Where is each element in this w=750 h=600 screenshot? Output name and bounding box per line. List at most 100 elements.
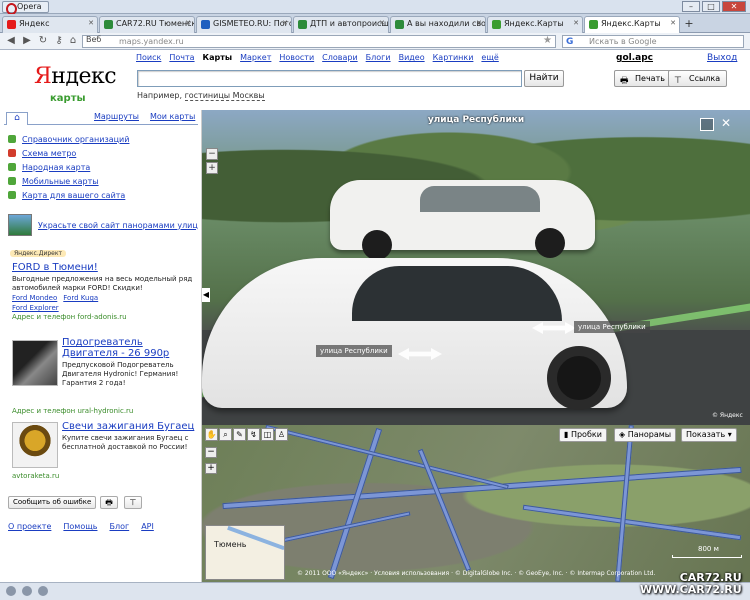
sidebar-item-people-map[interactable]: Народная карта <box>8 160 129 174</box>
tab-close-icon[interactable]: ✕ <box>282 19 288 27</box>
print-icon[interactable]: 🖶 <box>100 496 118 509</box>
footer-api[interactable]: API <box>141 522 154 531</box>
tab-yandex[interactable]: Яндекс ✕ <box>2 16 98 33</box>
wand-icon[interactable]: ⚷ <box>52 35 66 48</box>
sidebar-item-directory[interactable]: Справочник организаций <box>8 132 129 146</box>
tab-yandex-maps-active[interactable]: Яндекс.Карты ✕ <box>584 16 680 33</box>
nav-maps[interactable]: Карты <box>203 53 233 62</box>
forward-icon[interactable]: ▶ <box>20 35 34 48</box>
gismeteo-favicon-icon <box>201 20 210 29</box>
footer-blog[interactable]: Блог <box>109 522 129 531</box>
layers-icon[interactable]: ◫ <box>261 428 274 441</box>
ad-heater-image[interactable] <box>12 340 58 386</box>
tab-close-icon[interactable]: ✕ <box>185 19 191 27</box>
panorama-man-icon[interactable]: ♙ <box>275 428 288 441</box>
minimize-icon[interactable]: – <box>682 1 700 12</box>
sidebar-item-metro[interactable]: Схема метро <box>8 146 129 160</box>
tab-close-icon[interactable]: ✕ <box>379 19 385 27</box>
nav-more[interactable]: ещё <box>481 53 498 62</box>
ad-title[interactable]: FORD в Тюмени! <box>12 262 194 273</box>
ad-link[interactable]: Ford Mondeo <box>12 294 57 302</box>
panels-icon[interactable] <box>6 586 16 596</box>
ad-sparkplug-image[interactable] <box>12 422 58 468</box>
print-button[interactable]: 🖶 Печать <box>614 70 672 87</box>
tab-close-icon[interactable]: ✕ <box>670 19 676 27</box>
yandex-logo[interactable]: Яндекс <box>34 64 117 89</box>
nav-search[interactable]: Поиск <box>136 53 161 62</box>
magnifier-icon[interactable]: ⌕ <box>219 428 232 441</box>
report-error-button[interactable]: Сообщить об ошибке <box>8 496 97 509</box>
back-icon[interactable]: ◀ <box>4 35 18 48</box>
hand-tool-icon[interactable]: ✋ <box>205 428 218 441</box>
map-zoom-out-icon[interactable]: − <box>205 447 217 458</box>
sidebar-item-mobile[interactable]: Мобильные карты <box>8 174 129 188</box>
logout-link[interactable]: Выход <box>707 53 737 63</box>
close-window-icon[interactable]: ✕ <box>722 1 746 12</box>
nav-market[interactable]: Маркет <box>240 53 271 62</box>
link-button[interactable]: ⊤ Ссылка <box>668 70 728 87</box>
reload-icon[interactable]: ↻ <box>36 35 50 48</box>
window-titlebar: Opera – □ ✕ <box>0 0 750 15</box>
home-icon[interactable]: ⌂ <box>66 35 80 48</box>
route-icon[interactable]: ↯ <box>247 428 260 441</box>
ad-contact: Адрес и телефон ford-adonis.ru <box>12 313 127 321</box>
maximize-icon[interactable]: □ <box>702 1 720 12</box>
bookmark-star-icon[interactable]: ★ <box>543 35 552 46</box>
example-link[interactable]: гостиницы Москвы <box>184 91 265 101</box>
tab-routes[interactable]: Маршруты <box>94 112 139 121</box>
pano-zoom-out-icon[interactable]: − <box>206 148 218 160</box>
google-search-input[interactable]: Искать в Google <box>562 35 744 48</box>
tab-close-icon[interactable]: ✕ <box>573 19 579 27</box>
map-search-input[interactable] <box>137 70 522 87</box>
ad-link[interactable]: Ford Explorer <box>12 304 59 312</box>
close-panorama-icon[interactable]: ✕ <box>721 116 731 130</box>
unite-icon[interactable] <box>38 586 48 596</box>
address-bar[interactable]: maps.yandex.ru <box>82 35 556 48</box>
map-copyright: © 2011 ООО «Яндекс» · Условия использова… <box>297 570 656 577</box>
ad-contact[interactable]: avtoraketa.ru <box>12 472 59 480</box>
footer-help[interactable]: Помощь <box>63 522 97 531</box>
ruler-icon[interactable]: ✎ <box>233 428 246 441</box>
nav-mail[interactable]: Почта <box>169 53 194 62</box>
panoramas-button[interactable]: ◈ Панорамы <box>614 428 677 442</box>
user-login[interactable]: gol.apc <box>616 53 653 63</box>
nav-dictionaries[interactable]: Словари <box>322 53 358 62</box>
tab-dtp[interactable]: ДТП и автопроисше...✕ <box>293 16 389 33</box>
pano-zoom-in-icon[interactable]: + <box>206 162 218 174</box>
collapse-sidebar-icon[interactable]: ◀ <box>202 288 210 302</box>
tab-my-maps[interactable]: Мои карты <box>150 112 195 121</box>
overview-minimap[interactable]: Тюмень <box>205 525 285 580</box>
street-panorama[interactable]: улица Республики − + ✕ ◀ улица Республик… <box>202 110 750 425</box>
maps-favicon-icon <box>492 20 501 29</box>
fullscreen-icon[interactable] <box>700 118 714 131</box>
tab-close-icon[interactable]: ✕ <box>88 19 94 27</box>
tab-found[interactable]: А вы находили свой ...✕ <box>390 16 486 33</box>
panorama-promo[interactable]: Украсьте свой сайт панорамами улиц <box>8 214 198 236</box>
map-zoom-in-icon[interactable]: + <box>205 463 217 474</box>
tab-yandex-maps[interactable]: Яндекс.Карты ✕ <box>487 16 583 33</box>
find-button[interactable]: Найти <box>524 70 564 87</box>
satellite-map[interactable]: ✋ ⌕ ✎ ↯ ◫ ♙ ▮ Пробки ◈ Панорамы Показать… <box>202 425 750 582</box>
home-tab-icon[interactable]: ⌂ <box>6 112 28 125</box>
ad-title[interactable]: Подогреватель Двигателя - 26 990р <box>62 337 198 359</box>
pin-icon[interactable]: ⊤ <box>124 496 142 509</box>
opera-menu-button[interactable]: Opera <box>2 1 49 15</box>
nav-blogs[interactable]: Блоги <box>366 53 391 62</box>
nav-images[interactable]: Картинки <box>433 53 474 62</box>
turbo-icon[interactable] <box>22 586 32 596</box>
tab-gismeteo[interactable]: GISMETEO.RU: Погод...✕ <box>196 16 292 33</box>
show-layers-button[interactable]: Показать ▾ <box>681 428 737 442</box>
tab-car72[interactable]: CAR72.RU Тюменски...✕ <box>99 16 195 33</box>
new-tab-button[interactable]: + <box>681 17 697 32</box>
sidebar-item-site-map[interactable]: Карта для вашего сайта <box>8 188 129 202</box>
yandex-direct-badge: Яндекс.Директ <box>10 250 66 257</box>
footer-about[interactable]: О проекте <box>8 522 51 531</box>
maps-sublogo[interactable]: карты <box>50 93 86 104</box>
ad-link[interactable]: Ford Kuga <box>63 294 98 302</box>
nav-news[interactable]: Новости <box>279 53 314 62</box>
traffic-button[interactable]: ▮ Пробки <box>559 428 607 442</box>
tab-close-icon[interactable]: ✕ <box>476 19 482 27</box>
google-icon[interactable]: G <box>566 37 573 47</box>
ad-title[interactable]: Свечи зажигания Бугаец <box>62 421 198 432</box>
nav-video[interactable]: Видео <box>399 53 425 62</box>
